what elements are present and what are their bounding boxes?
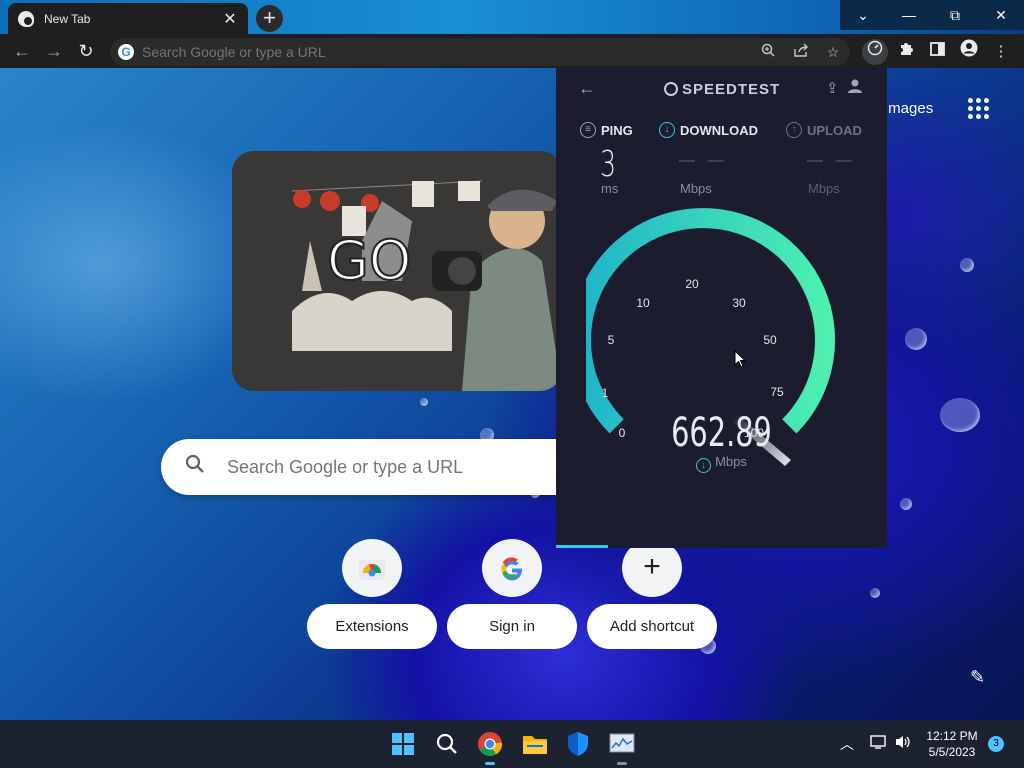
ping-icon: ≡ [580, 122, 596, 138]
ping-metric-label: ≡ PING [580, 122, 633, 138]
tab-search-button[interactable]: ⌄ [840, 0, 886, 30]
gauge-tick-75: 75 [770, 385, 784, 399]
close-window-button[interactable]: ✕ [978, 0, 1024, 30]
shortcut-sign-in-label[interactable]: Sign in [447, 604, 577, 649]
download-unit: Mbps [680, 181, 712, 196]
search-box[interactable] [161, 439, 591, 495]
network-icon[interactable] [870, 734, 888, 753]
menu-icon[interactable]: ⋮ [988, 39, 1014, 65]
clock-time: 12:12 PM [926, 729, 978, 743]
extensions-puzzle-icon[interactable] [893, 39, 919, 65]
wallpaper-droplet [870, 588, 880, 598]
profile-icon[interactable] [956, 39, 982, 65]
new-tab-button[interactable]: + [256, 5, 283, 32]
download-arrow-icon: ↓ [659, 122, 675, 138]
google-g-icon: G [118, 44, 134, 60]
chrome-favicon-icon [18, 10, 34, 27]
side-panel-icon[interactable] [924, 39, 950, 65]
chrome-web-store-icon [359, 560, 385, 580]
search-icon[interactable] [432, 729, 462, 759]
customize-pencil-icon[interactable]: ✎ [970, 667, 985, 688]
speedtest-extension-icon[interactable] [862, 39, 888, 65]
popup-header: ← SPEEDTEST ⇪ [556, 68, 887, 110]
wallpaper-droplet [905, 328, 927, 350]
download-metric-label: ↓ DOWNLOAD [659, 122, 758, 138]
gauge-tick-10: 10 [636, 296, 650, 310]
speedtest-logo: SPEEDTEST [664, 81, 780, 98]
speedtest-popup: ← SPEEDTEST ⇪ ≡ PING ↓ DOWNLOAD ↑ UPLOAD 3 … [556, 68, 887, 548]
doodle-text: GO [326, 228, 412, 293]
windows-security-icon[interactable] [563, 729, 593, 759]
shortcut-extensions-label[interactable]: Extensions [307, 604, 437, 649]
wallpaper-droplet [940, 398, 980, 432]
ping-unit: ms [601, 181, 619, 196]
browser-toolbar: ← → ↻ G ☆ ⋮ [0, 34, 1024, 68]
download-value: — — [679, 152, 728, 169]
address-input[interactable] [142, 44, 742, 60]
forward-button[interactable]: → [42, 40, 66, 64]
account-icon[interactable] [848, 79, 862, 97]
test-progress-bar [556, 545, 608, 548]
minimize-button[interactable]: — [886, 0, 932, 30]
tab-title: New Tab [44, 11, 91, 26]
download-arrow-icon: ↓ [696, 458, 712, 473]
system-clock[interactable]: 12:12 PM 5/5/2023 [920, 728, 984, 760]
gauge-tick-20: 20 [685, 277, 699, 291]
title-bar: New Tab ✕ + ⌄ — ⧉ ✕ [0, 0, 1024, 34]
wallpaper-droplet [960, 258, 974, 272]
speedtest-logo-icon [664, 82, 678, 96]
address-bar[interactable]: G ☆ [110, 38, 850, 66]
wallpaper-droplet [420, 398, 428, 406]
share-icon[interactable] [789, 40, 813, 64]
search-icon [185, 454, 207, 480]
notification-badge[interactable]: 3 [988, 736, 1004, 752]
gauge-tick-30: 30 [732, 296, 746, 310]
google-g-icon [501, 557, 522, 581]
zoom-icon[interactable] [756, 40, 780, 64]
upload-arrow-icon: ↑ [786, 122, 802, 138]
file-explorer-icon[interactable] [520, 729, 550, 759]
restore-button[interactable]: ⧉ [932, 0, 978, 30]
gauge-arc [586, 208, 835, 434]
upload-metric-label: ↑ UPLOAD [786, 122, 862, 138]
google-doodle[interactable]: GO [232, 151, 562, 391]
back-arrow-icon[interactable]: ← [578, 78, 596, 99]
search-input[interactable] [227, 456, 567, 478]
shortcut-add-label[interactable]: Add shortcut [587, 604, 717, 649]
show-hidden-icons-chevron-icon[interactable]: ︿ [840, 734, 854, 754]
google-apps-icon[interactable] [968, 98, 992, 122]
gauge-tick-50: 50 [763, 333, 777, 347]
tab-new-tab[interactable]: New Tab ✕ [8, 3, 248, 34]
mouse-cursor-icon [734, 350, 746, 368]
shortcut-sign-in-tile[interactable] [482, 539, 542, 597]
windows-taskbar: ︿ 12:12 PM 5/5/2023 3 [0, 720, 1024, 768]
back-button[interactable]: ← [10, 40, 34, 64]
gauge-tick-1: 1 [602, 386, 609, 400]
images-link[interactable]: Images [884, 100, 933, 117]
shortcut-extensions-tile[interactable] [342, 539, 402, 597]
windows-start-icon[interactable] [388, 729, 418, 759]
upload-unit: Mbps [808, 181, 840, 196]
wallpaper-droplet [900, 498, 912, 510]
current-speed-unit: ↓ Mbps [556, 454, 887, 473]
volume-icon[interactable] [894, 734, 912, 753]
current-speed-value: 662.89 [671, 410, 772, 456]
share-icon[interactable]: ⇪ [826, 79, 839, 97]
chrome-icon[interactable] [475, 729, 505, 765]
clock-date: 5/5/2023 [928, 745, 976, 759]
gauge-tick-5: 5 [608, 333, 615, 347]
bookmark-star-icon[interactable]: ☆ [821, 40, 845, 64]
reload-button[interactable]: ↻ [74, 40, 98, 64]
tab-close-icon[interactable]: ✕ [222, 9, 238, 29]
resource-monitor-icon[interactable] [607, 729, 637, 765]
ping-value: 3 [600, 144, 617, 185]
upload-value: — — [807, 152, 856, 169]
